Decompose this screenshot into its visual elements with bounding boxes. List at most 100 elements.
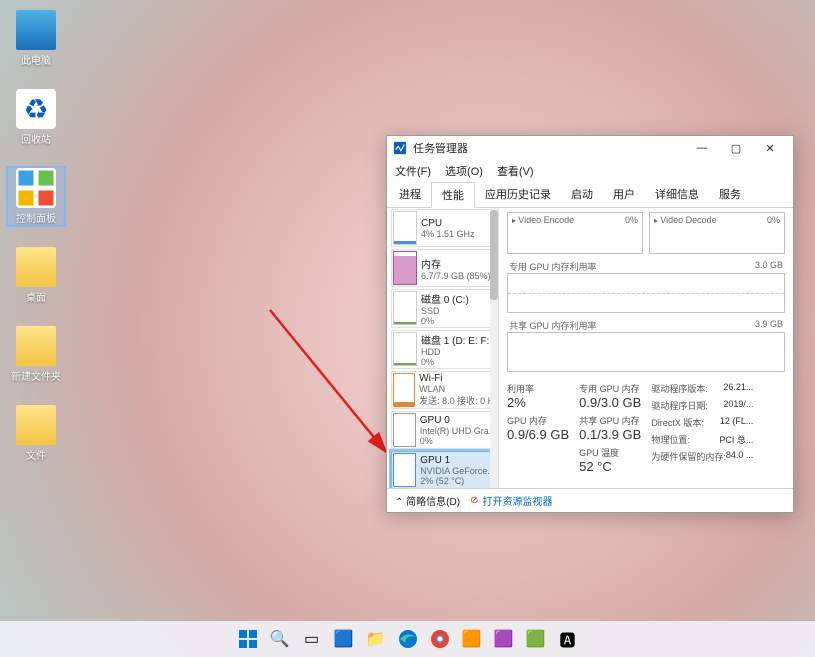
app-icon[interactable]: 🟪 — [491, 626, 517, 652]
shared-gpu-memory-chart[interactable] — [507, 332, 785, 372]
widgets-icon[interactable]: 🟦 — [331, 626, 357, 652]
stats-grid: 利用率2% GPU 内存0.9/6.9 GB 专用 GPU 内存0.9/3.0 … — [507, 382, 785, 474]
tabstrip: 进程 性能 应用历史记录 启动 用户 详细信息 服务 — [387, 182, 793, 208]
stat-label: 专用 GPU 内存 — [579, 382, 641, 395]
chart-label: Video Encode — [512, 215, 574, 225]
tab-details[interactable]: 详细信息 — [645, 182, 709, 207]
explorer-icon[interactable]: 📁 — [363, 626, 389, 652]
video-decode-chart[interactable]: Video Decode 0% — [649, 212, 785, 254]
desktop-label: 此电脑 — [21, 52, 51, 67]
sidebar-sub: 0% — [420, 436, 492, 446]
close-button[interactable]: ✕ — [753, 136, 787, 160]
tab-services[interactable]: 服务 — [709, 182, 751, 207]
menubar: 文件(F) 选项(O) 查看(V) — [387, 160, 793, 182]
menu-view[interactable]: 查看(V) — [497, 163, 534, 179]
window-title: 任务管理器 — [413, 140, 685, 156]
sidebar-disk0[interactable]: 磁盘 0 (C:)SSD0% — [391, 289, 494, 328]
stat-value: 0.9/6.9 GB — [507, 427, 569, 442]
sidebar-cpu[interactable]: CPU4% 1.51 GHz — [391, 209, 494, 247]
sidebar-gpu1[interactable]: GPU 1NVIDIA GeForce...2% (52 °C) — [391, 451, 494, 488]
gpu-thumb — [393, 413, 416, 447]
tab-app-history[interactable]: 应用历史记录 — [475, 182, 561, 207]
video-encode-chart[interactable]: Video Encode 0% — [507, 212, 643, 254]
sidebar-sub: 6.7/7.9 GB (85%) — [421, 271, 491, 281]
sidebar-title: Wi-Fi — [419, 373, 492, 384]
maximize-button[interactable]: ▢ — [719, 136, 753, 160]
sidebar-disk1[interactable]: 磁盘 1 (D: E: F:HDD0% — [391, 330, 494, 369]
kv-key: 物理位置: — [651, 433, 690, 446]
desktop-label: 新建文件夹 — [11, 368, 61, 383]
link-label: 打开资源监视器 — [482, 493, 552, 508]
app-icon[interactable]: 🅰 — [555, 626, 581, 652]
pc-icon — [16, 10, 56, 50]
window-controls: — ▢ ✕ — [685, 136, 787, 160]
stat-value: 0.9/3.0 GB — [579, 395, 641, 410]
desktop-icon-recycle[interactable]: ♻ 回收站 — [8, 89, 64, 146]
sidebar-title: 磁盘 0 (C:) — [421, 291, 469, 306]
sidebar-gpu0[interactable]: GPU 0Intel(R) UHD Gra...0% — [391, 411, 494, 449]
sidebar-wifi[interactable]: Wi-FiWLAN发送: 8.0 接收: 0 Kb — [391, 371, 494, 409]
titlebar[interactable]: 任务管理器 — ▢ ✕ — [387, 136, 793, 160]
chrome-icon[interactable] — [427, 626, 453, 652]
search-icon[interactable]: 🔍 — [267, 626, 293, 652]
cpu-thumb — [393, 211, 417, 245]
task-manager-icon — [393, 141, 407, 155]
kv-val: 12 (FL... — [720, 416, 754, 429]
folder-icon — [16, 326, 56, 366]
disk-thumb — [393, 332, 417, 366]
driver-info: 驱动程序版本:26.21... 驱动程序日期:2019/... DirectX … — [651, 382, 753, 474]
edge-icon[interactable] — [395, 626, 421, 652]
desktop-label: 回收站 — [21, 131, 51, 146]
detail-pane: Video Encode 0% Video Decode 0% 专用 GPU 内… — [499, 208, 793, 488]
kv-val: 84.0 ... — [726, 450, 754, 463]
sidebar-sub: 4% 1.51 GHz — [421, 229, 475, 239]
tab-users[interactable]: 用户 — [603, 182, 645, 207]
kv-val: 26.21... — [723, 382, 753, 395]
sidebar-scrollbar[interactable] — [490, 208, 498, 488]
recycle-icon: ♻ — [16, 89, 56, 129]
chart-pct: 0% — [625, 215, 638, 225]
sidebar-sub: 2% (52 °C) — [420, 476, 492, 486]
stat-value: 0.1/3.9 GB — [579, 427, 641, 442]
taskbar: 🔍 ▭ 🟦 📁 🟧 🟪 🟩 🅰 — [0, 621, 815, 657]
sidebar-title: 内存 — [421, 256, 491, 271]
desktop-icons: 此电脑 ♻ 回收站 控制面板 桌面 新建文件夹 文件 — [8, 10, 64, 462]
menu-options[interactable]: 选项(O) — [445, 163, 483, 179]
kv-key: 为硬件保留的内存: — [651, 450, 726, 463]
app-icon[interactable]: 🟩 — [523, 626, 549, 652]
window-body: CPU4% 1.51 GHz 内存6.7/7.9 GB (85%) 磁盘 0 (… — [387, 208, 793, 488]
control-panel-icon — [16, 168, 56, 208]
menu-file[interactable]: 文件(F) — [395, 163, 431, 179]
desktop-icon-pc[interactable]: 此电脑 — [8, 10, 64, 67]
sidebar-memory[interactable]: 内存6.7/7.9 GB (85%) — [391, 249, 494, 287]
kv-key: 驱动程序版本: — [651, 382, 708, 395]
tab-processes[interactable]: 进程 — [389, 182, 431, 207]
tab-performance[interactable]: 性能 — [431, 182, 475, 208]
desktop-icon-folder1[interactable]: 桌面 — [8, 247, 64, 304]
minimize-button[interactable]: — — [685, 136, 719, 160]
start-button[interactable] — [235, 626, 261, 652]
desktop-icon-folder3[interactable]: 文件 — [8, 405, 64, 462]
tab-startup[interactable]: 启动 — [561, 182, 603, 207]
section-max: 3.0 GB — [755, 260, 783, 273]
stat-label: GPU 内存 — [507, 414, 569, 427]
sidebar-sub: HDD — [421, 347, 489, 357]
kv-val: PCI 总... — [719, 433, 753, 446]
desktop-icon-control[interactable]: 控制面板 — [8, 168, 64, 225]
desktop-icon-folder2[interactable]: 新建文件夹 — [8, 326, 64, 383]
app-icon[interactable]: 🟧 — [459, 626, 485, 652]
fewer-details-toggle[interactable]: ⌃ 简略信息(D) — [395, 493, 460, 508]
sidebar-sub: Intel(R) UHD Gra... — [420, 426, 492, 436]
sidebar-title: GPU 1 — [420, 455, 492, 466]
task-manager-window: 任务管理器 — ▢ ✕ 文件(F) 选项(O) 查看(V) 进程 性能 应用历史… — [386, 135, 794, 513]
desktop-label: 文件 — [26, 447, 46, 462]
open-resource-monitor-link[interactable]: ⊘打开资源监视器 — [470, 493, 552, 508]
sidebar-sub: NVIDIA GeForce... — [420, 466, 492, 476]
gpu-thumb — [393, 453, 416, 487]
sidebar-sub: WLAN — [419, 384, 492, 394]
dedicated-gpu-memory-chart[interactable] — [507, 273, 785, 313]
desktop-label: 桌面 — [26, 289, 46, 304]
performance-sidebar: CPU4% 1.51 GHz 内存6.7/7.9 GB (85%) 磁盘 0 (… — [387, 208, 499, 488]
sidebar-sub: 0% — [421, 316, 469, 326]
taskview-icon[interactable]: ▭ — [299, 626, 325, 652]
